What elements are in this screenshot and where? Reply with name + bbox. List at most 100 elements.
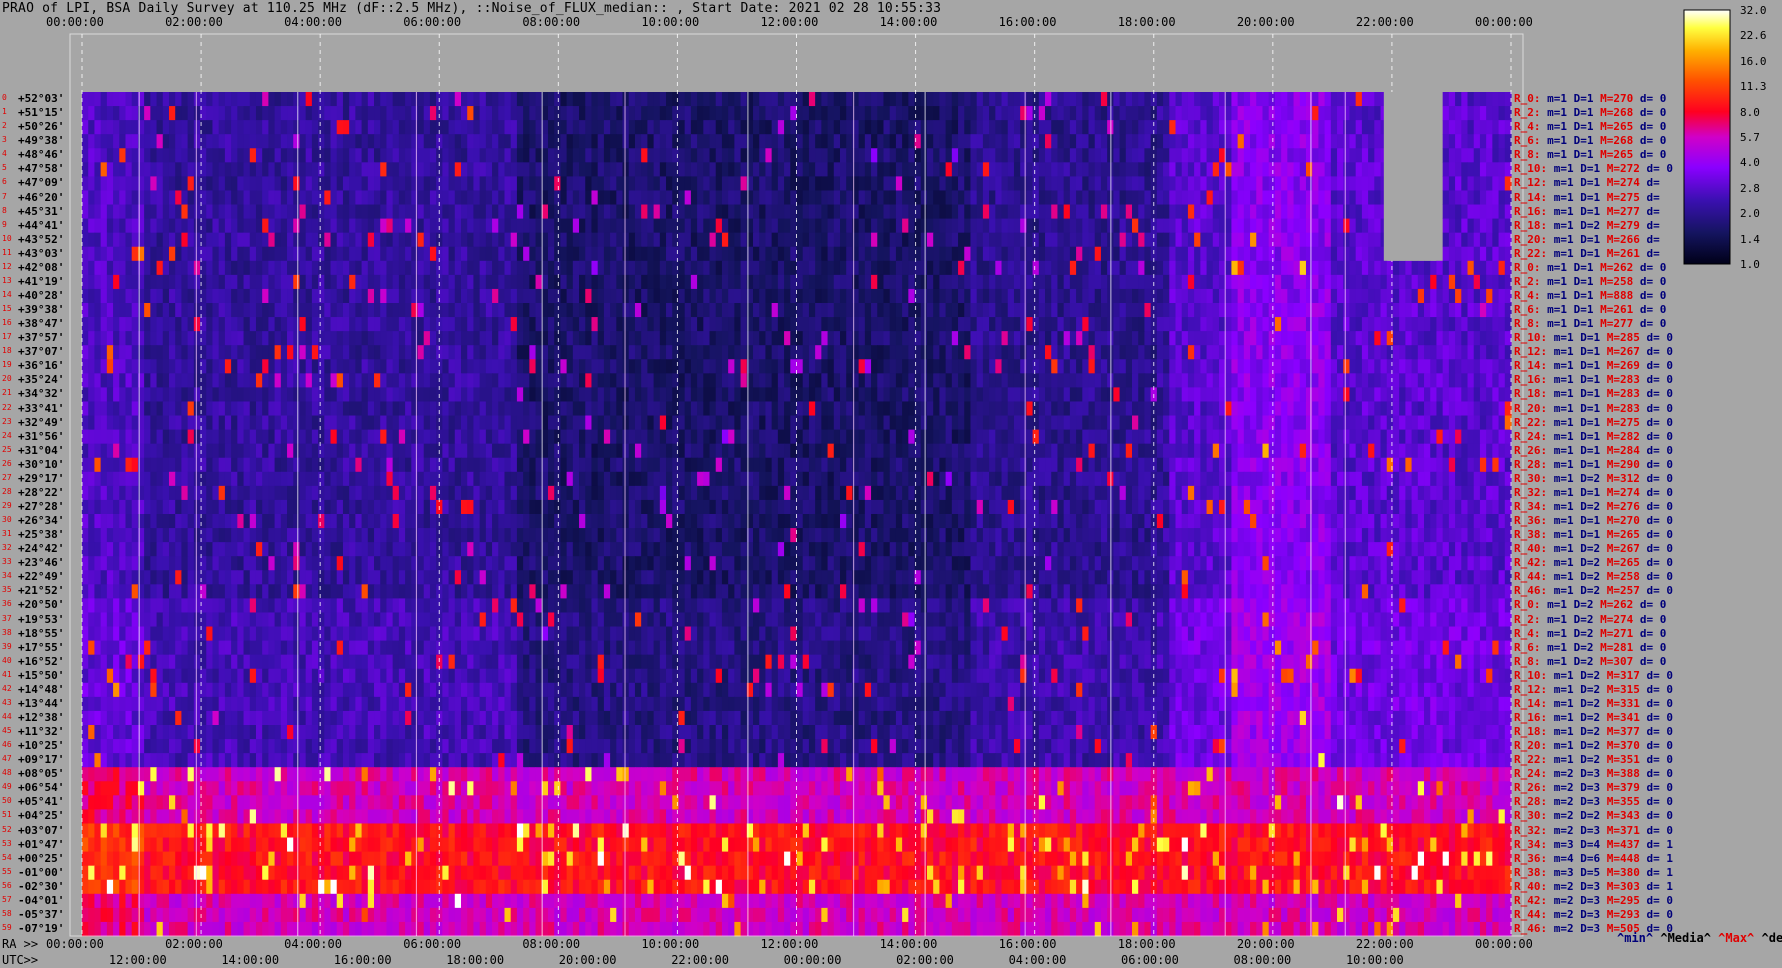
row-info: R_46: m=1 D=2 M=257 d= 0 [1514, 585, 1673, 596]
row-info: R_44: m=2 D=3 M=293 d= 0 [1514, 909, 1673, 920]
row-info-field: d= 0 [1639, 387, 1673, 401]
x-bottom-ra-tick-label: 16:00:00 [998, 937, 1057, 951]
row-info: R_38: m=1 D=1 M=265 d= 0 [1514, 529, 1673, 540]
row-info-field: d= 0 [1639, 725, 1673, 739]
row-info: R_26: m=2 D=3 M=379 d= 0 [1514, 782, 1673, 793]
row-info-field: m=1 [1540, 303, 1567, 317]
row-info-field: d= 0 [1639, 781, 1673, 795]
row-index: 40 [2, 655, 12, 665]
row-info-field: d= 0 [1639, 542, 1673, 556]
row-info: R_4: m=1 D=1 M=265 d= 0 [1514, 121, 1666, 132]
declination-label: +32°49' [18, 415, 65, 429]
declination-label: +47°09' [18, 176, 65, 190]
row-info-field: D=2 [1567, 612, 1594, 626]
row-info-field: M=379 [1600, 781, 1640, 795]
row-info-field: d= 0 [1633, 92, 1667, 106]
row-info-field: d= 0 [1639, 359, 1673, 373]
colorbar-tick-label: 16.0 [1740, 54, 1767, 68]
row-info-field: D=2 [1573, 471, 1601, 485]
row-info-field: D=1 [1573, 401, 1601, 415]
row-info-field: d= [1639, 204, 1660, 218]
x-bottom-ra-tick-label: 04:00:00 [284, 937, 342, 951]
row-info-field: M=265 [1600, 556, 1640, 570]
row-info: R_12: m=1 D=1 M=274 d= [1514, 177, 1660, 188]
row-index: 59 [2, 922, 12, 932]
row-info-field: d= 0 [1639, 753, 1673, 767]
declination-label: +09°17' [18, 753, 65, 767]
row-info-field: D=1 [1573, 232, 1601, 246]
row-info-field: m=3 [1547, 837, 1574, 851]
row-info-field: d= 0 [1639, 345, 1673, 359]
row-info-field: m=1 [1540, 654, 1567, 668]
row-index: 47 [2, 754, 12, 764]
row-index: 7 [2, 191, 7, 201]
row-info-field: R_46: [1514, 921, 1548, 935]
x-top-tick-label: 06:00:00 [403, 15, 462, 29]
row-info-field: m=1 [1547, 499, 1574, 513]
row-info: R_42: m=2 D=3 M=295 d= 0 [1514, 895, 1673, 906]
row-index: 58 [2, 908, 12, 918]
row-info-field: R_28: [1514, 795, 1548, 809]
row-index: 8 [2, 205, 7, 215]
declination-label: +23°46' [18, 556, 65, 570]
row-info-field: R_16: [1514, 710, 1548, 724]
colorbar-tick-label: 5.7 [1740, 131, 1760, 144]
row-info-field: R_34: [1514, 499, 1548, 513]
row-info-field: R_14: [1514, 696, 1548, 710]
declination-label: +30°10' [18, 457, 65, 471]
row-info-field: D=2 [1573, 570, 1601, 584]
row-info-field: m=1 [1547, 528, 1574, 542]
row-info-field: R_6: [1514, 640, 1541, 654]
row-info-field: M=293 [1600, 907, 1640, 921]
row-index: 11 [2, 247, 12, 257]
row-info-field: d= 0 [1633, 120, 1667, 134]
row-index: 36 [2, 599, 12, 609]
row-info-field: M=377 [1600, 725, 1640, 739]
row-info-field: D=1 [1573, 443, 1601, 457]
row-info-field: m=2 [1547, 921, 1574, 935]
declination-label: +13°44' [18, 696, 65, 710]
row-info-field: M=437 [1600, 837, 1640, 851]
row-info-field: R_32: [1514, 823, 1548, 837]
row-info-field: M=269 [1600, 359, 1640, 373]
colorbar-tick-label: 2.0 [1740, 207, 1760, 221]
x-bottom-utc-tick-label: 14:00:00 [221, 953, 280, 967]
row-info-field: m=1 [1547, 542, 1574, 556]
declination-label: -07°19' [18, 921, 65, 935]
row-info-field: D=1 [1567, 134, 1594, 148]
row-info-field: M=371 [1600, 823, 1640, 837]
row-info-field: R_20: [1514, 232, 1548, 246]
row-info-field: R_16: [1514, 373, 1548, 387]
row-info-field: D=2 [1573, 809, 1601, 823]
row-info-field: D=1 [1567, 120, 1594, 134]
row-info-field: M=283 [1600, 387, 1640, 401]
row-info-field: D=2 [1567, 640, 1594, 654]
row-info-field: d= 0 [1639, 893, 1673, 907]
row-info-field: D=2 [1573, 696, 1601, 710]
declination-label: +31°04' [18, 443, 65, 457]
declination-label: +40°28' [18, 288, 65, 302]
row-info-field: R_24: [1514, 429, 1548, 443]
row-info-field: R_22: [1514, 246, 1548, 260]
row-info-field: d= 0 [1633, 288, 1667, 302]
row-index: 21 [2, 388, 12, 398]
row-index: 53 [2, 838, 12, 848]
row-index: 55 [2, 866, 12, 876]
colorbar-tick-label: 8.0 [1740, 105, 1760, 119]
row-info-field: m=1 [1540, 626, 1567, 640]
row-index: 22 [2, 402, 12, 412]
row-info: R_2: m=1 D=1 M=268 d= 0 [1514, 107, 1666, 118]
row-info-field: R_4: [1514, 626, 1541, 640]
colorbar-tick-label: 22.6 [1740, 29, 1767, 43]
row-info-field: d= 0 [1633, 626, 1667, 640]
declination-label: +36°16' [18, 359, 65, 373]
declination-label: +12°38' [18, 710, 65, 724]
declination-label: +33°41' [18, 401, 65, 415]
row-info-field: d= 0 [1639, 162, 1673, 176]
declination-label: +04°25' [18, 809, 65, 823]
declination-label: +43°52' [18, 232, 65, 246]
declination-label: +01°47' [18, 837, 65, 851]
row-info-field: d= 0 [1639, 331, 1673, 345]
row-info-field: m=2 [1547, 879, 1574, 893]
row-info-field: D=6 [1573, 851, 1601, 865]
